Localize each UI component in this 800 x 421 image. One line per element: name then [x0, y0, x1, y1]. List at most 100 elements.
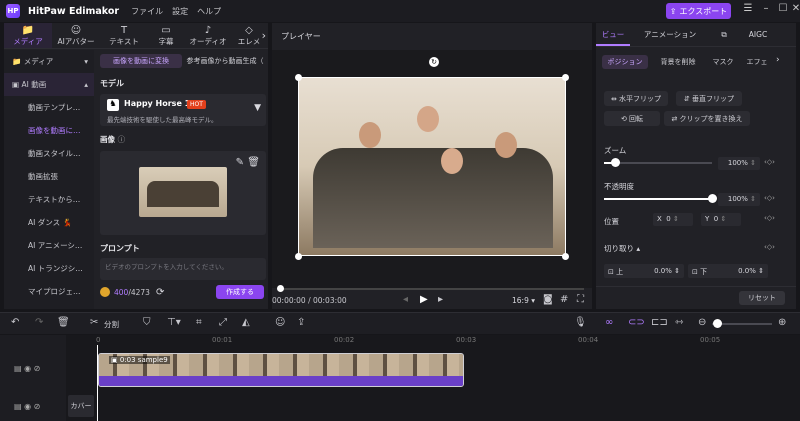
sidebar-item-image-to-video[interactable]: 画像を動画に…: [4, 119, 94, 142]
sidebar-item-video-template[interactable]: 動画テンプレ…: [4, 96, 94, 119]
minimize-icon[interactable]: –: [758, 3, 774, 14]
tab-aigc[interactable]: AIGC: [738, 30, 778, 39]
redo-icon[interactable]: ↷: [35, 317, 43, 328]
trash-icon[interactable]: 🗑: [247, 157, 260, 168]
keyframe-controls[interactable]: ‹◇›: [764, 194, 775, 202]
cover-button[interactable]: カバー: [68, 395, 94, 417]
sidebar-item-text-to-video[interactable]: テキストから…: [4, 188, 94, 211]
sidebar-item-ai-dance[interactable]: AI ダンス 💃: [4, 211, 94, 234]
keyframe-controls[interactable]: ‹◇›: [764, 243, 775, 251]
fit-icon[interactable]: ⇿: [675, 317, 683, 328]
prompt-input[interactable]: ビデオのプロンプトを入力してください。: [100, 258, 266, 280]
tab-audio[interactable]: ♪ オーディオ: [184, 23, 232, 48]
resize-handle[interactable]: [562, 74, 569, 81]
tab-subtitle[interactable]: ▭ 字幕: [148, 23, 184, 48]
close-icon[interactable]: ✕: [791, 3, 800, 14]
zoom-slider-knob[interactable]: [611, 158, 620, 167]
subtab-image-to-video[interactable]: 画像を動画に変換: [100, 54, 182, 68]
grid-icon[interactable]: #: [560, 294, 568, 305]
microphone-icon[interactable]: 🎙: [574, 317, 587, 328]
edit-icon[interactable]: ✎: [236, 157, 244, 168]
chevron-right-icon[interactable]: ›: [262, 29, 266, 42]
next-frame-icon[interactable]: ▸: [438, 294, 443, 305]
mirror-icon[interactable]: ◭: [242, 317, 250, 328]
aspect-ratio-select[interactable]: 16:9 ▾: [512, 296, 535, 305]
sidebar-item-ai-transition[interactable]: AI トランジシ…: [4, 257, 94, 280]
subtab-reference-video[interactable]: 参考画像から動画生成（: [184, 54, 266, 68]
opacity-input[interactable]: 100% ⇕: [718, 193, 760, 206]
replace-clip-button[interactable]: ⇄ クリップを置き換え: [664, 111, 750, 126]
opacity-slider-knob[interactable]: [708, 194, 717, 203]
track-2-controls[interactable]: ▤ ◉ ⊘: [14, 402, 40, 411]
link-icon[interactable]: ∞: [605, 317, 613, 328]
export-button[interactable]: ⇪ エクスポート: [666, 3, 731, 19]
resize-icon[interactable]: ⤢: [219, 317, 227, 328]
subtab-mask[interactable]: マスク: [708, 55, 738, 69]
chevron-right-icon[interactable]: ›: [776, 55, 780, 69]
timeline-zoom-knob[interactable]: [713, 319, 722, 328]
flip-vertical-button[interactable]: ⇵ 垂直フリップ: [676, 91, 742, 106]
keyframe-controls[interactable]: ‹◇›: [764, 158, 775, 166]
keyframe-controls[interactable]: ‹◇›: [764, 214, 775, 222]
tab-view[interactable]: ビュー: [596, 29, 630, 46]
menu-help[interactable]: ヘルプ: [197, 6, 221, 17]
tab-media[interactable]: 📁 メディア: [4, 23, 52, 48]
crop-bottom-input[interactable]: ⊡ 下 0.0% ⇕: [688, 264, 768, 278]
delete-icon[interactable]: 🗑: [57, 317, 70, 328]
zoom-in-icon[interactable]: ⊕: [778, 317, 786, 328]
resize-handle[interactable]: [295, 253, 302, 260]
split-label[interactable]: 分割: [104, 319, 119, 330]
sidebar-item-ai-animation[interactable]: AI アニメーシ…: [4, 234, 94, 257]
resize-handle[interactable]: [562, 253, 569, 260]
prev-frame-icon[interactable]: ◂: [403, 294, 408, 305]
rotate-handle-icon[interactable]: ↻: [429, 57, 439, 67]
sidebar-item-video-style[interactable]: 動画スタイル…: [4, 142, 94, 165]
crop-top-input[interactable]: ⊡ 上 0.0% ⇕: [604, 264, 684, 278]
sidebar-item-video-extend[interactable]: 動画拡張: [4, 165, 94, 188]
subtab-effect[interactable]: エフェ: [740, 55, 774, 69]
zoom-input[interactable]: 100% ⇕: [718, 157, 760, 170]
rotate-button[interactable]: ⟲ 回転: [604, 111, 660, 126]
flip-horizontal-button[interactable]: ⇹ 水平フリップ: [604, 91, 668, 106]
model-select[interactable]: ♞ Happy Horse 1.0 HOT 最先端技術を駆使した最高峰モデル。 …: [100, 94, 266, 126]
player-progress-track[interactable]: [280, 288, 584, 290]
create-button[interactable]: 作成する: [216, 285, 264, 299]
menu-file[interactable]: ファイル: [131, 6, 163, 17]
x-input[interactable]: X 0 ⇕: [653, 213, 693, 226]
snap-icon[interactable]: ⊏⊐: [651, 317, 668, 328]
sidebar-item-ai-video[interactable]: ▣ AI 動画 ▴: [4, 73, 94, 96]
timeline-ruler[interactable]: 0 00:01 00:02 00:03 00:04 00:05: [68, 335, 800, 347]
video-clip[interactable]: ▣ 0:03 sample9: [98, 353, 464, 387]
sidebar-item-media[interactable]: 📁 メディア ▾: [4, 50, 94, 73]
play-icon[interactable]: ▶: [420, 294, 428, 305]
face-icon[interactable]: ☺: [275, 317, 285, 328]
zoom-out-icon[interactable]: ⊖: [698, 317, 706, 328]
menu-settings[interactable]: 設定: [172, 6, 188, 17]
tab-animation[interactable]: アニメーション: [630, 29, 710, 40]
magnet-icon[interactable]: ⊂⊃: [628, 317, 645, 328]
fullscreen-icon[interactable]: ⛶: [577, 294, 584, 305]
refresh-icon[interactable]: ⟳: [156, 287, 164, 298]
tab-ai-avatar[interactable]: ☺ AIアバター: [52, 23, 100, 48]
sidebar-item-my-projects[interactable]: マイプロジェ…: [4, 280, 94, 303]
maximize-icon[interactable]: ☐: [775, 3, 791, 14]
camera-icon[interactable]: ◙: [543, 294, 553, 305]
resize-handle[interactable]: [295, 74, 302, 81]
player-progress-knob[interactable]: [277, 285, 284, 292]
undo-icon[interactable]: ↶: [11, 317, 19, 328]
reset-button[interactable]: リセット: [739, 291, 785, 305]
subtab-remove-bg[interactable]: 背景を削除: [650, 55, 706, 69]
video-preview[interactable]: [298, 77, 566, 256]
split-icon[interactable]: ✂: [90, 317, 98, 328]
tab-text[interactable]: T テキスト: [100, 23, 148, 48]
image-upload-area[interactable]: ✎ 🗑: [100, 151, 266, 235]
menu-icon[interactable]: ☰: [740, 3, 756, 14]
track-1-controls[interactable]: ▤ ◉ ⊘: [14, 364, 40, 373]
export-frame-icon[interactable]: ⇪: [297, 317, 305, 328]
text-box-icon[interactable]: ⊤▾: [167, 317, 181, 328]
tab-aigc-icon[interactable]: ⧉: [710, 30, 738, 40]
subtab-position[interactable]: ポジション: [602, 55, 648, 69]
zoom-slider[interactable]: [604, 162, 712, 164]
crop-icon[interactable]: ⌗: [196, 317, 202, 328]
shield-icon[interactable]: ⛉: [143, 317, 151, 328]
